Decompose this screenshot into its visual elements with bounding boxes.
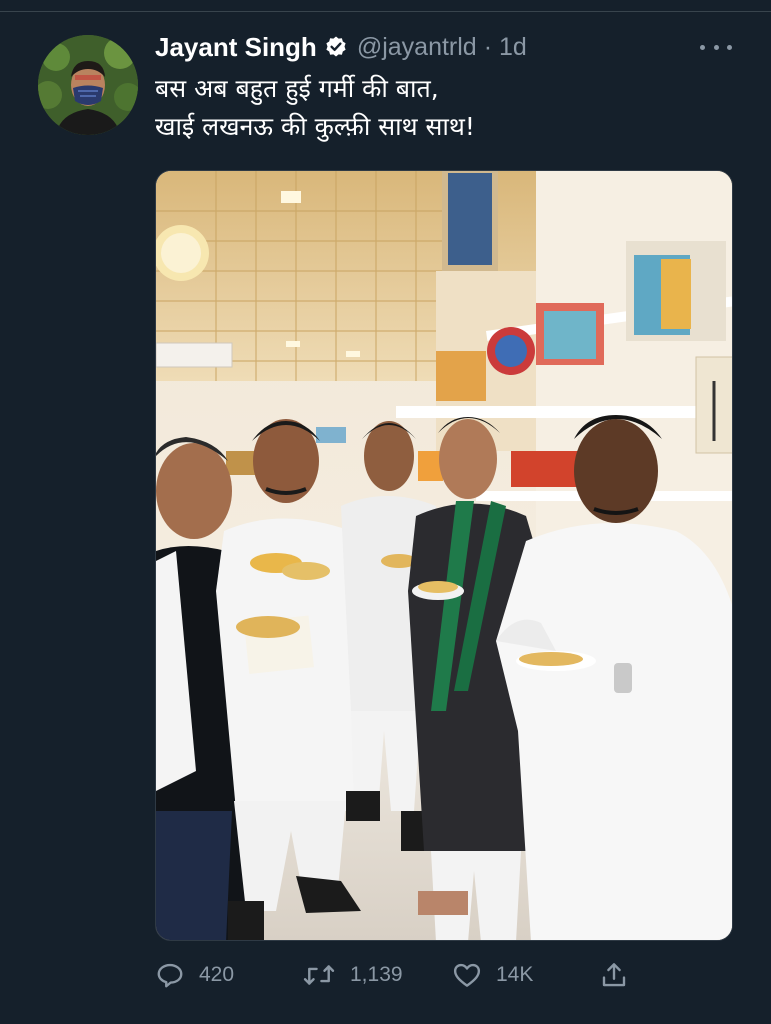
reply-icon [155,960,185,990]
share-icon [599,960,629,990]
tweet-text-line-2: खाई लखनऊ की कुल्फ़ी साथ साथ! [155,112,475,141]
verified-badge-icon [324,35,348,59]
like-count: 14K [496,963,534,986]
tweet-actions: 420 1,139 14K [155,955,635,995]
author-display-name[interactable]: Jayant Singh [155,32,317,63]
retweet-button[interactable]: 1,139 [302,955,403,995]
header-separator: · [483,32,493,61]
author-avatar[interactable] [38,35,138,135]
like-button[interactable]: 14K [452,955,533,995]
tweet-photo[interactable] [155,170,733,941]
reply-count: 420 [199,963,235,986]
retweet-count: 1,139 [350,963,403,986]
tweet-text-line-1: बस अब बहुत हुई गर्मी की बात, [155,74,439,103]
retweet-icon [302,960,336,990]
heart-icon [452,960,482,990]
tweet-timestamp[interactable]: 1d [499,33,527,62]
tweet-text: बस अब बहुत हुई गर्मी की बात, खाई लखनऊ की… [155,70,745,146]
top-divider [0,0,771,12]
reply-button[interactable]: 420 [155,955,234,995]
author-handle[interactable]: @jayantrld [357,33,477,62]
tweet-header: Jayant Singh @jayantrld · 1d [155,30,527,64]
tweet[interactable]: Jayant Singh @jayantrld · 1d बस अब बहुत … [0,12,771,1024]
more-horizontal-icon[interactable] [700,34,732,60]
share-button[interactable] [599,955,629,995]
